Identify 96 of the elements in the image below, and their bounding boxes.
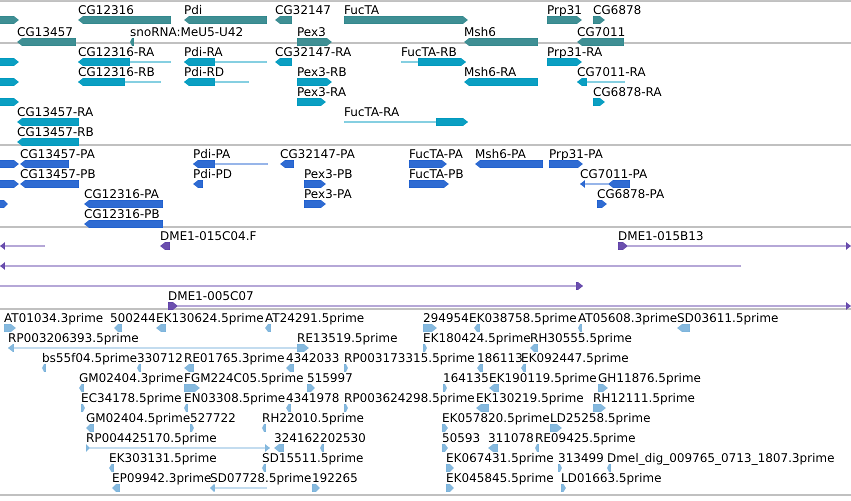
- feature-label: CG13457-PA: [20, 147, 95, 161]
- feature-label: GM02404.3prime: [79, 371, 184, 385]
- feature-label: Pex3: [297, 25, 326, 39]
- feature-label: EP09942.3prime: [112, 471, 212, 485]
- feature-label: EC34178.5prime: [81, 391, 182, 405]
- feature-label: 330712: [137, 351, 183, 365]
- feature-label: Pex3-RB: [297, 65, 347, 79]
- feature-label: CG13457-RB: [17, 125, 94, 139]
- feature-label: 311078: [488, 431, 534, 445]
- feature-label: CG12316: [78, 3, 134, 17]
- feature-label: LD01663.5prime: [561, 471, 662, 485]
- feature-label: FucTA: [344, 3, 380, 17]
- feature-label: EK067431.5prime: [446, 451, 554, 465]
- feature-label: DME1-015C04.F: [160, 229, 256, 243]
- feature-label: 4342033: [286, 351, 340, 365]
- feature-label: Pex3-PA: [304, 187, 352, 201]
- feature-label: Pdi: [184, 3, 202, 17]
- feature-label: CG6878: [593, 3, 642, 17]
- feature-label: RE13519.5prime: [297, 331, 398, 345]
- feature-label: EK130219.5prime: [476, 391, 584, 405]
- feature-label: RP004425170.5prime: [86, 431, 217, 445]
- feature-label: CG13457: [17, 25, 73, 39]
- feature-label: Dmel_dig_009765_0713_1807.3prime: [607, 451, 835, 465]
- feature-label: RH22010.5prime: [262, 411, 364, 425]
- feature-label: CG12316-RA: [78, 45, 154, 59]
- feature-label: Msh6: [464, 25, 496, 39]
- feature-label: EK303131.5prime: [109, 451, 217, 465]
- feature-label: CG6878-RA: [593, 85, 662, 99]
- feature-label: FucTA-RB: [401, 45, 457, 59]
- feature-label: RE01765.3prime: [184, 351, 284, 365]
- feature-label: 4341978: [286, 391, 340, 405]
- feature-label: 50593: [442, 431, 480, 445]
- feature-label: Pdi-PA: [193, 147, 230, 161]
- feature-label: Pex3-RA: [297, 85, 346, 99]
- feature-label: EK092447.5prime: [521, 351, 629, 365]
- feature-label: RP003206393.5prime: [8, 331, 139, 345]
- feature-label: GH11876.5prime: [598, 371, 701, 385]
- feature-label: EN03308.5prime: [184, 391, 286, 405]
- feature-label: CG6878-PA: [597, 187, 664, 201]
- feature-label: snoRNA:MeU5-U42: [130, 25, 244, 39]
- feature-label: RP003624298.5prime: [344, 391, 475, 405]
- feature-label: 500244: [110, 311, 156, 325]
- feature-label: RH30555.5prime: [530, 331, 632, 345]
- feature-label: 515997: [307, 371, 353, 385]
- feature-label: FucTA-PB: [409, 167, 464, 181]
- feature-label: EK190119.5prime: [489, 371, 597, 385]
- feature-label: CG32147: [275, 3, 331, 17]
- feature-label: FucTA-PA: [409, 147, 463, 161]
- feature-label: Prp31-RA: [547, 45, 602, 59]
- feature-label: Pex3-PB: [304, 167, 353, 181]
- feature-label: Prp31: [547, 3, 582, 17]
- feature-label: CG32147-PA: [280, 147, 355, 161]
- feature-label: EK130624.5prime: [156, 311, 264, 325]
- feature-label: AT05608.3prime: [578, 311, 678, 325]
- feature-label: 186113: [477, 351, 523, 365]
- feature-label: CG13457-RA: [17, 105, 94, 119]
- feature-label: CG12316-RB: [78, 65, 155, 79]
- feature-label: EK180424.5prime: [423, 331, 531, 345]
- feature-label: CG7011: [577, 25, 626, 39]
- feature-label: Pdi-RA: [184, 45, 223, 59]
- feature-label: RE09425.5prime: [535, 431, 636, 445]
- feature-label: 324162: [274, 431, 320, 445]
- feature-label: GM02404.5prime: [86, 411, 190, 425]
- feature-label: Msh6-PA: [475, 147, 526, 161]
- feature-label: RH12111.5prime: [593, 391, 695, 405]
- feature-label: Prp31-PA: [549, 147, 603, 161]
- feature-label: EK057820.5prime: [442, 411, 550, 425]
- feature-label: 202530: [320, 431, 366, 445]
- feature-label: SD15511.5prime: [262, 451, 364, 465]
- feature-label: DME1-015B13: [618, 229, 704, 243]
- feature-label: AT01034.3prime: [4, 311, 104, 325]
- feature-label: CG12316-PB: [84, 207, 160, 221]
- feature-label: AT24291.5prime: [265, 311, 364, 325]
- feature-label: EK038758.5prime: [469, 311, 577, 325]
- feature-label: SD03611.5prime: [677, 311, 778, 325]
- feature-label: EK045845.5prime: [446, 471, 554, 485]
- feature-label: FucTA-RA: [344, 105, 400, 119]
- feature-label: RP003173315.5prime: [344, 351, 475, 365]
- feature-label: Msh6-RA: [464, 65, 516, 79]
- feature-label: 164135: [443, 371, 489, 385]
- feature-label: 527722: [190, 411, 236, 425]
- feature-label: 294954: [423, 311, 469, 325]
- feature-label: CG13457-PB: [20, 167, 96, 181]
- feature-label: Pdi-PD: [193, 167, 232, 181]
- feature-label: CG12316-PA: [84, 187, 159, 201]
- feature-label: DME1-005C07: [168, 289, 254, 303]
- feature-label: FGM224C05.5prime: [184, 371, 304, 385]
- feature-label: 192265: [312, 471, 358, 485]
- feature-label: SD07728.5prime: [210, 471, 312, 485]
- feature-label: CG7011-RA: [577, 65, 646, 79]
- feature-label: 313499: [558, 451, 604, 465]
- feature-label: CG32147-RA: [275, 45, 352, 59]
- feature-label: CG7011-PA: [580, 167, 648, 181]
- feature-label: LD25258.5prime: [550, 411, 651, 425]
- feature-label: bs55f04.5prime: [42, 351, 138, 365]
- feature-label: Pdi-RD: [184, 65, 224, 79]
